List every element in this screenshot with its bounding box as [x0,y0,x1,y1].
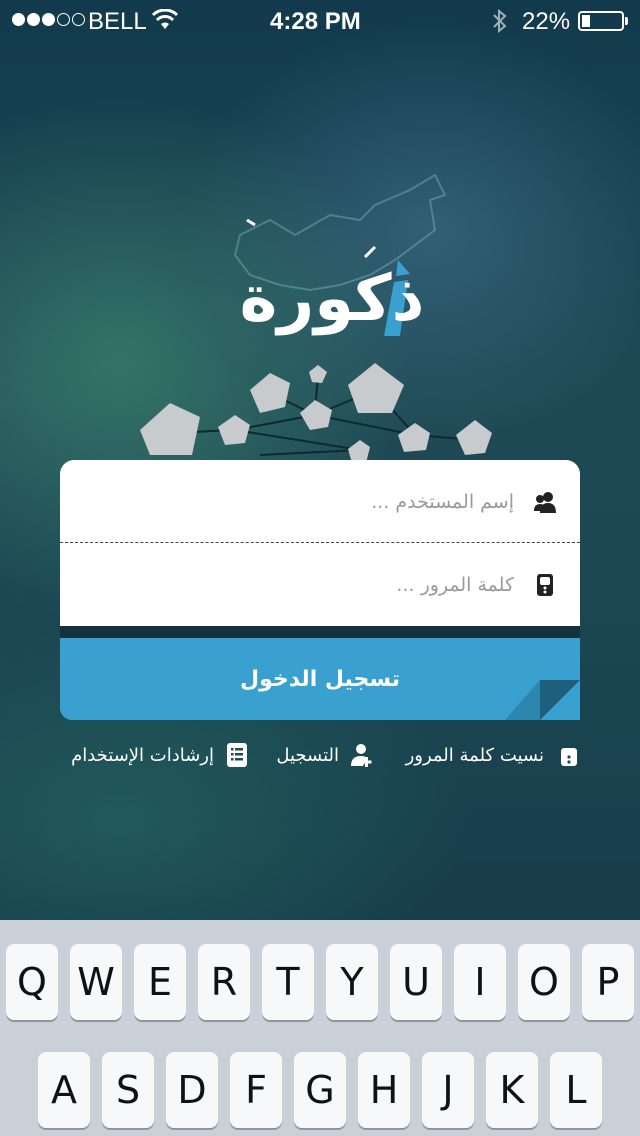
password-input[interactable] [132,572,516,597]
battery-icon [578,11,624,31]
instructions-link[interactable]: إرشادات الإستخدام [71,735,250,775]
login-form [60,460,580,626]
password-row [60,543,580,626]
register-link[interactable]: التسجيل [276,735,375,775]
key-e[interactable]: E [134,944,186,1020]
svg-text:?: ? [554,744,555,760]
key-u[interactable]: U [390,944,442,1020]
lock-icon [537,573,553,596]
key-o[interactable]: O [518,944,570,1020]
forgot-password-label: نسيت كلمة المرور [405,744,544,766]
key-p[interactable]: P [582,944,634,1020]
form-shadow-strip [60,626,580,638]
key-s[interactable]: S [102,1052,154,1128]
carrier-name: BELL [88,8,147,35]
username-input[interactable] [132,489,516,514]
key-k[interactable]: K [486,1052,538,1128]
key-i[interactable]: I [454,944,506,1020]
add-user-icon [351,744,372,767]
app-logo-text: ذكورة [239,262,425,336]
key-r[interactable]: R [198,944,250,1020]
wifi-icon [152,9,178,29]
key-l[interactable]: L [550,1052,602,1128]
key-a[interactable]: A [38,1052,90,1128]
key-w[interactable]: W [70,944,122,1020]
key-q[interactable]: Q [6,944,58,1020]
forgot-password-link[interactable]: ? نسيت كلمة المرور [406,735,580,775]
instructions-label: إرشادات الإستخدام [71,744,214,766]
page-fold-decoration [505,680,580,720]
key-g[interactable]: G [294,1052,346,1128]
key-f[interactable]: F [230,1052,282,1128]
key-t[interactable]: T [262,944,314,1020]
document-list-icon [227,743,247,767]
signal-strength-icon [12,13,85,26]
register-label: التسجيل [276,744,339,766]
status-bar: BELL 4:28 PM 22% [0,0,640,40]
key-d[interactable]: D [166,1052,218,1128]
username-row [60,460,580,543]
key-j[interactable]: J [422,1052,474,1128]
battery-level [582,15,590,27]
key-h[interactable]: H [358,1052,410,1128]
clock: 4:28 PM [270,8,361,35]
battery-percent: 22% [522,8,571,35]
on-screen-keyboard: Q W E R T Y U I O P A S D F G H J K L [0,920,640,1136]
key-y[interactable]: Y [326,944,378,1020]
user-icon [534,491,556,513]
forgot-password-icon: ? [554,744,577,766]
footer-links: ? نسيت كلمة المرور التسجيل إرشادات الإست… [60,735,580,775]
network-decoration [140,363,492,463]
bluetooth-icon [493,8,507,34]
battery-tip [625,17,628,25]
